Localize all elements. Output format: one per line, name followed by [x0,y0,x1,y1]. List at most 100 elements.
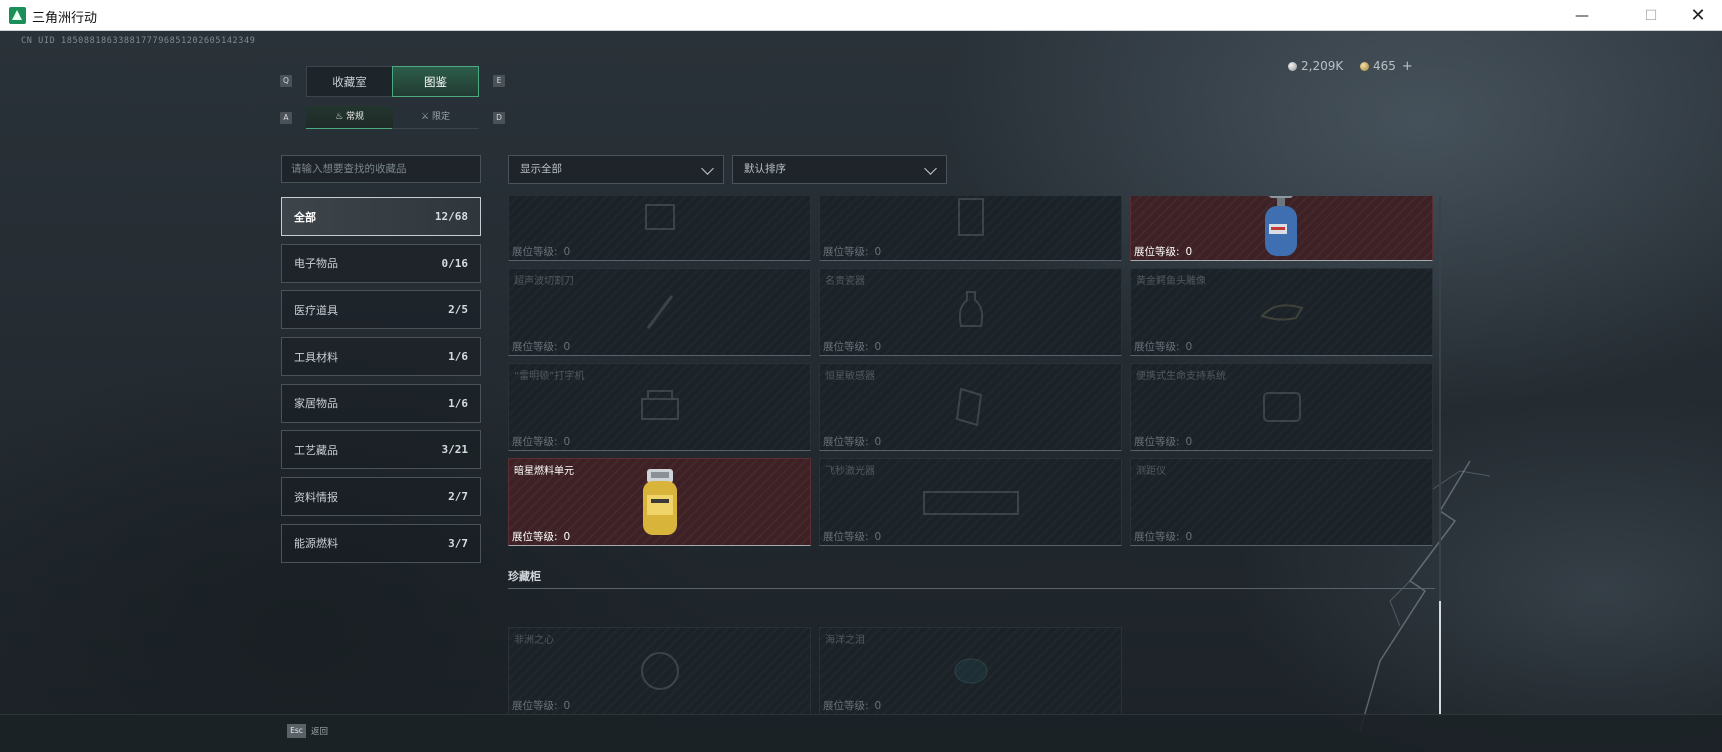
level-label: 展位等级: [823,531,869,543]
category-energy[interactable]: 能源燃料 3/7 [281,523,481,563]
key-hint-d: D [493,112,505,124]
minimize-button[interactable]: — [1559,0,1605,31]
life-support-icon [1262,392,1301,422]
category-intel[interactable]: 资料情报 2/7 [281,477,481,517]
item-card[interactable]: 测距仪 展位等级: 0 [1130,458,1433,546]
item-name: 便携式生命支持系统 [1136,371,1226,382]
level-label: 展位等级: [1134,246,1180,258]
tab-collection-room[interactable]: 收藏室 [306,66,393,97]
item-card[interactable]: 恒星敏感器 展位等级: 0 [819,363,1122,451]
level-value: 0 [563,246,571,258]
scrollbar-thumb[interactable] [1439,601,1441,716]
item-level: 展位等级: 0 [1134,529,1192,544]
level-label: 展位等级: [823,246,869,258]
item-name: 测距仪 [1136,466,1166,477]
item-level: 展位等级: 0 [1134,434,1192,449]
search-input[interactable]: 请输入想要查找的收藏品 [281,155,481,183]
treasure-card[interactable]: 海洋之泪 展位等级: 0 [819,627,1122,715]
category-crafts[interactable]: 工艺藏品 3/21 [281,430,481,470]
level-label: 展位等级: [512,700,558,712]
item-level: 展位等级: 0 [512,698,570,713]
gold-currency: 465 + [1360,58,1413,74]
level-label: 展位等级: [1134,341,1180,353]
level-label: 展位等级: [823,341,869,353]
tab-limited[interactable]: ⚔ 限定 [392,106,479,129]
item-card[interactable]: 名贵瓷器 展位等级: 0 [819,268,1122,356]
item-card[interactable]: 黄金鳄鱼头雕像 展位等级: 0 [1130,268,1433,356]
item-name: “雷明顿”打字机 [514,371,585,382]
tab-regular[interactable]: ♨ 常规 [306,106,393,129]
gold-coin-icon [1360,61,1369,71]
item-name: 名贵瓷器 [825,276,865,287]
silver-coin-icon [1288,61,1297,71]
item-card[interactable]: “雷明顿”打字机 展位等级: 0 [508,363,811,451]
item-card[interactable]: 展位等级: 0 [1130,196,1433,261]
category-label: 医疗道具 [294,303,338,317]
silver-currency: 2,209K [1288,58,1343,74]
add-currency-button[interactable]: + [1402,59,1413,74]
level-value: 0 [563,436,571,448]
treasure-card[interactable]: 非洲之心 展位等级: 0 [508,627,811,715]
category-count: 0/16 [441,256,469,270]
close-button[interactable]: ✕ [1675,0,1721,31]
tab-catalog[interactable]: 图鉴 [392,66,479,97]
item-card[interactable]: 超声波切割刀 展位等级: 0 [508,268,811,356]
item-name: 飞秒激光器 [825,466,875,477]
level-value: 0 [874,531,882,543]
chevron-down-icon [701,162,714,175]
item-level: 展位等级: 0 [823,529,881,544]
level-label: 展位等级: [512,341,558,353]
category-label: 电子物品 [294,257,338,271]
item-card[interactable]: 暗星燃料单元 展位等级: 0 [508,458,811,546]
level-value: 0 [874,341,882,353]
item-level: 展位等级: 0 [823,244,881,259]
category-count: 2/7 [448,490,468,504]
gas-canister-icon [1265,196,1297,256]
item-card[interactable]: 飞秒激光器 展位等级: 0 [819,458,1122,546]
display-filter-value: 显示全部 [520,163,562,175]
maximize-button[interactable]: ☐ [1628,0,1674,31]
category-count: 1/6 [448,396,468,410]
category-electronics[interactable]: 电子物品 0/16 [281,243,481,283]
silver-amount: 2,209K [1301,59,1344,73]
item-level: 展位等级: 0 [823,698,881,713]
item-name: 非洲之心 [514,635,554,646]
sort-value: 默认排序 [744,163,786,175]
item-card[interactable]: 展位等级: 0 [819,196,1122,261]
bottom-bar: Esc 返回 [0,714,1722,752]
diamond-icon [640,652,679,690]
category-tools[interactable]: 工具材料 1/6 [281,337,481,377]
level-value: 0 [563,531,571,543]
uid-label: CN UID 185088186338817779685120260514234… [21,36,256,46]
flame-icon: ♨ [334,112,344,122]
level-value: 0 [874,436,882,448]
level-value: 0 [1185,436,1193,448]
level-label: 展位等级: [512,436,558,448]
item-level: 展位等级: 0 [823,339,881,354]
laser-icon [922,491,1019,515]
level-label: 展位等级: [1134,436,1180,448]
item-card[interactable]: 展位等级: 0 [508,196,811,261]
gem-icon [954,658,987,684]
sort-dropdown[interactable]: 默认排序 [732,155,947,184]
category-label: 工艺藏品 [294,443,338,457]
item-level: 展位等级: 0 [512,529,570,544]
gold-amount: 465 [1373,59,1396,73]
category-count: 1/6 [448,350,468,364]
item-card[interactable]: 便携式生命支持系统 展位等级: 0 [1130,363,1433,451]
window-title: 三角洲行动 [32,11,98,26]
category-label: 全部 [294,210,316,224]
level-value: 0 [1185,341,1193,353]
back-label[interactable]: 返回 [311,725,328,737]
category-label: 资料情报 [294,490,338,504]
category-all[interactable]: 全部 12/68 [281,197,481,236]
esc-key-hint[interactable]: Esc [287,724,306,738]
display-filter-dropdown[interactable]: 显示全部 [508,155,724,184]
window-titlebar: 三角洲行动 — ☐ ✕ [0,0,1722,31]
category-count: 3/7 [448,536,468,550]
item-name: 超声波切割刀 [514,276,574,287]
tab-limited-label: 限定 [432,112,451,122]
category-medical[interactable]: 医疗道具 2/5 [281,290,481,330]
category-household[interactable]: 家居物品 1/6 [281,383,481,423]
level-label: 展位等级: [1134,531,1180,543]
